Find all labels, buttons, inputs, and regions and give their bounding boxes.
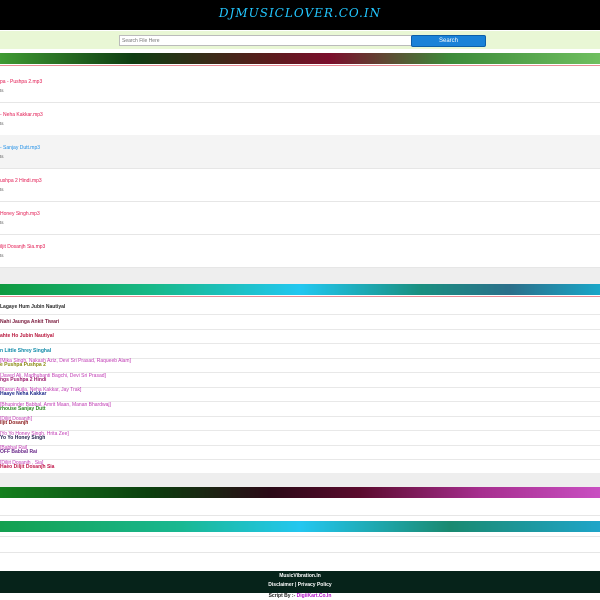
search-bar: Search: [0, 31, 600, 49]
song-row[interactable]: ngs Pushpa 2 Hindi [Javed Ali, Madhubant…: [0, 373, 600, 388]
file-list-item[interactable]: iljit Dosanjh Sia.mp3 ts: [0, 234, 600, 268]
disclaimer-link[interactable]: Disclaimer: [268, 582, 293, 588]
footer-separator: |: [294, 582, 297, 588]
script-brand-link[interactable]: DigiiKart.Co.In: [297, 593, 332, 599]
file-name[interactable]: iljit Dosanjh Sia.mp3: [0, 244, 45, 250]
divider-line: [0, 296, 600, 297]
section-gap: [0, 268, 600, 284]
file-name[interactable]: ushpa 2 Hindi.mp3: [0, 178, 42, 184]
file-list-item[interactable]: pa - Pushpa 2.mp3 ts: [0, 69, 600, 103]
site-footer: MusicVibration.In Disclaimer | Privacy P…: [0, 571, 600, 593]
file-name[interactable]: - Neha Kakkar.mp3: [0, 112, 43, 118]
site-logo[interactable]: DJMUSICLOVER.CO.IN: [0, 6, 600, 20]
file-meta: ts: [0, 187, 4, 192]
file-meta: ts: [0, 154, 4, 159]
song-row[interactable]: Nahi Jaunga Ankit Tiwari: [0, 315, 600, 330]
song-row[interactable]: rhouse Sanjay Dutt [Bhupinder Babbal, Am…: [0, 402, 600, 417]
song-row[interactable]: iljit Dosanjh [Diljit Dosanjh]: [0, 416, 600, 431]
song-row[interactable]: Haaye Neha Kakkar [Karan Aujla, Neha Kak…: [0, 387, 600, 402]
file-meta: ts: [0, 121, 4, 126]
search-button[interactable]: Search: [411, 35, 486, 47]
divider-line: [0, 536, 600, 537]
file-list-item[interactable]: Honey Singh.mp3 ts: [0, 201, 600, 235]
section-divider-bar: [0, 53, 600, 64]
file-meta: ts: [0, 88, 4, 93]
song-title[interactable]: ahte Ho Jubin Nautiyal: [0, 333, 54, 339]
song-row[interactable]: OFF Babbal Rai [Babbal Rai]: [0, 445, 600, 460]
file-meta: ts: [0, 253, 4, 258]
footer-site-name[interactable]: MusicVibration.In: [0, 573, 600, 579]
song-title[interactable]: ngs Pushpa 2 Hindi: [0, 377, 46, 383]
song-row[interactable]: n Little Shrey Singhal: [0, 344, 600, 359]
divider-line: [0, 65, 600, 66]
script-credit: Script By :- DigiiKart.Co.In: [0, 593, 600, 599]
song-title[interactable]: Yo Yo Honey Singh: [0, 435, 45, 441]
file-list-item[interactable]: - Sanjay Dutt.mp3 ts: [0, 135, 600, 169]
section-gap: [0, 473, 600, 487]
song-title[interactable]: OFF Babbal Rai: [0, 449, 37, 455]
song-title[interactable]: Nahi Jaunga Ankit Tiwari: [0, 319, 59, 325]
song-title[interactable]: rhouse Sanjay Dutt: [0, 406, 46, 412]
privacy-policy-link[interactable]: Privacy Policy: [298, 582, 332, 588]
song-title[interactable]: Lagaye Hum Jubin Nautiyal: [0, 304, 65, 310]
song-title[interactable]: n Little Shrey Singhal: [0, 348, 51, 354]
song-row[interactable]: Yo Yo Honey Singh [Yo Yo Honey Singh, Hr…: [0, 431, 600, 446]
song-row[interactable]: ahte Ho Jubin Nautiyal: [0, 329, 600, 344]
footer-links: Disclaimer | Privacy Policy: [0, 582, 600, 588]
song-row[interactable]: Lagaye Hum Jubin Nautiyal: [0, 300, 600, 315]
song-row[interactable]: e Pushpa Pushpa 2 [Mika Singh, Nakash Az…: [0, 358, 600, 373]
song-title[interactable]: e Pushpa Pushpa 2: [0, 362, 46, 368]
section-divider-bar: [0, 521, 600, 532]
file-name[interactable]: - Sanjay Dutt.mp3: [0, 145, 40, 151]
song-title[interactable]: Haeo Diljit Dosanjh Sia: [0, 464, 54, 470]
divider-line: [0, 515, 600, 516]
file-meta: ts: [0, 220, 4, 225]
site-header: DJMUSICLOVER.CO.IN: [0, 0, 600, 30]
file-name[interactable]: Honey Singh.mp3: [0, 211, 40, 217]
file-list-item[interactable]: ushpa 2 Hindi.mp3 ts: [0, 168, 600, 202]
section-divider-bar: [0, 487, 600, 498]
song-title[interactable]: Haaye Neha Kakkar: [0, 391, 46, 397]
file-list-item[interactable]: - Neha Kakkar.mp3 ts: [0, 102, 600, 136]
search-input[interactable]: [119, 35, 412, 46]
script-prefix: Script By :-: [268, 593, 296, 599]
divider-line: [0, 552, 600, 553]
file-name[interactable]: pa - Pushpa 2.mp3: [0, 79, 42, 85]
song-title[interactable]: iljit Dosanjh: [0, 420, 28, 426]
section-divider-bar: [0, 284, 600, 295]
